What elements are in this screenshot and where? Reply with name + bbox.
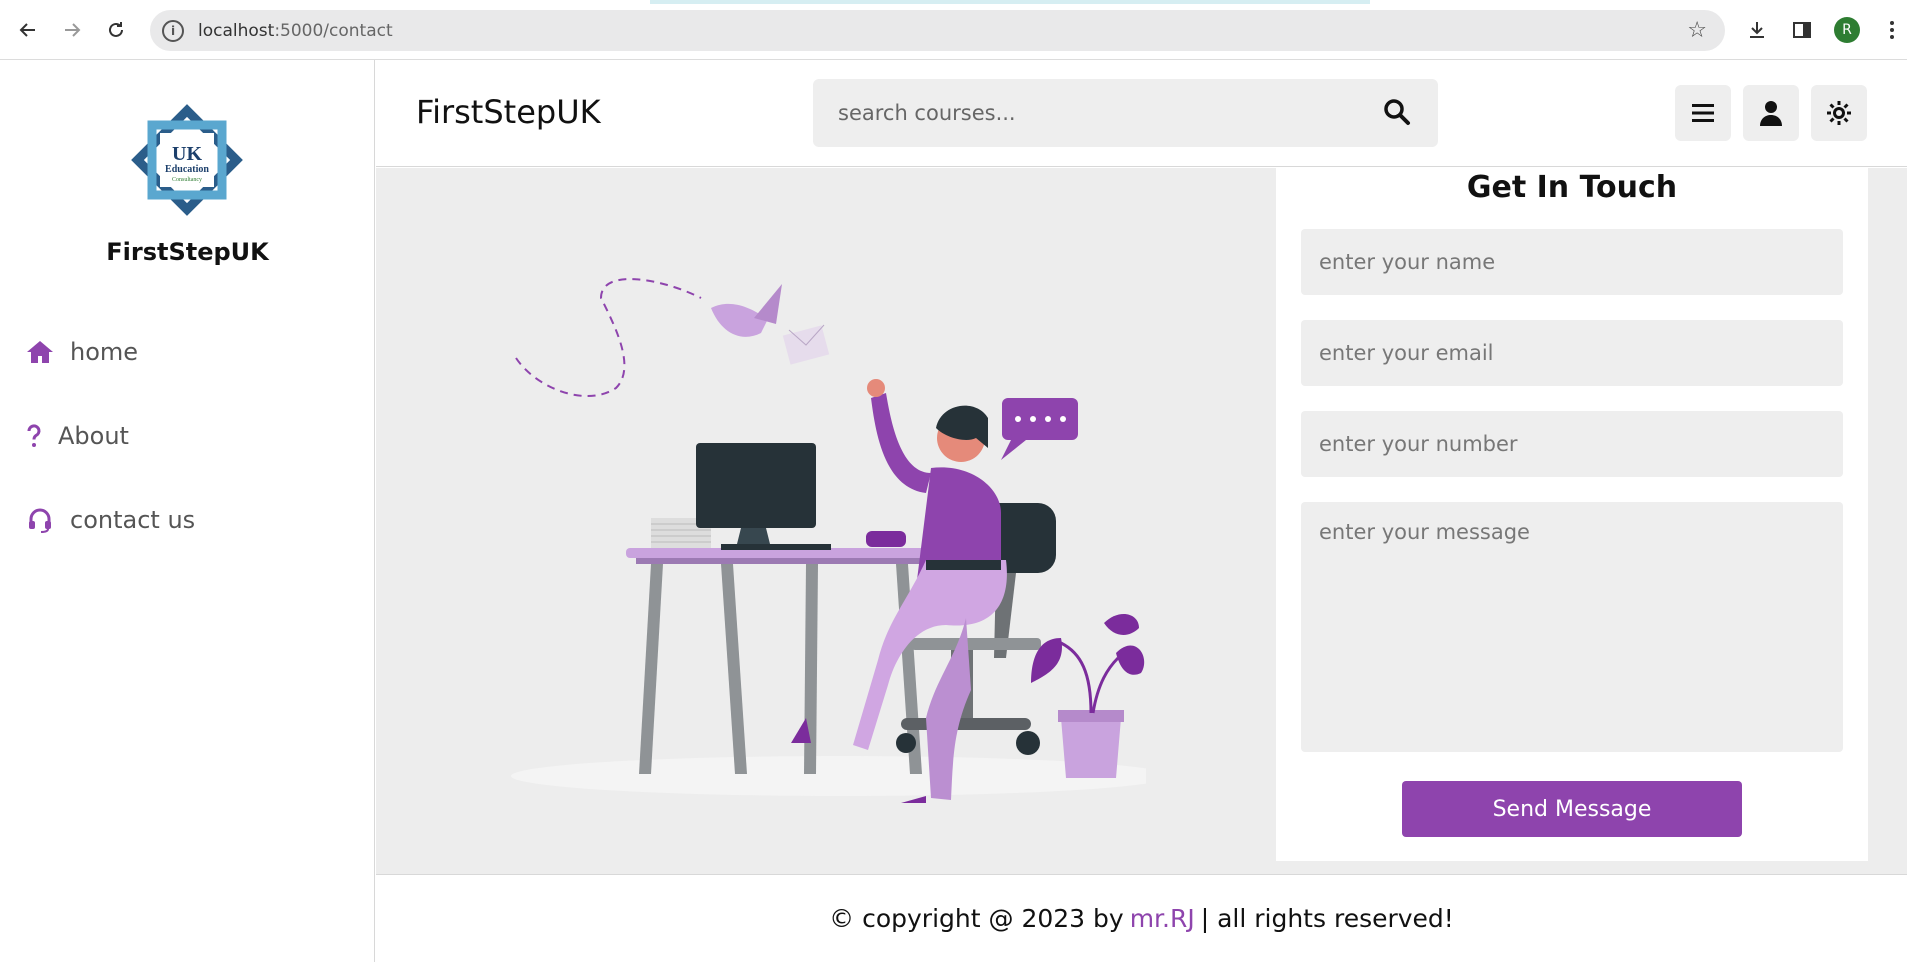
svg-text:UK: UK (172, 143, 202, 165)
profile-avatar[interactable]: R (1833, 16, 1861, 44)
top-header: FirstStepUK (376, 60, 1907, 167)
more-icon[interactable] (1878, 16, 1906, 44)
question-icon (24, 420, 44, 452)
footer-prefix: © copyright @ 2023 by (829, 904, 1124, 933)
side-panel-icon[interactable] (1788, 16, 1816, 44)
form-title: Get In Touch (1466, 170, 1678, 205)
footer: © copyright @ 2023 by mr.RJ | all rights… (376, 874, 1907, 962)
send-message-button[interactable]: Send Message (1402, 781, 1742, 837)
avatar-letter: R (1834, 17, 1860, 43)
footer-author-link[interactable]: mr.RJ (1130, 904, 1195, 933)
message-field[interactable] (1301, 502, 1843, 752)
url-path: :5000/contact (274, 20, 393, 41)
svg-text:Consultancy: Consultancy (172, 177, 202, 183)
info-icon[interactable]: i (162, 19, 184, 42)
footer-suffix: | all rights reserved! (1200, 904, 1454, 933)
sidebar-item-label: home (70, 338, 139, 366)
home-icon (24, 336, 56, 368)
name-field[interactable] (1301, 229, 1843, 295)
contact-section: Get In Touch Send Message (376, 168, 1907, 874)
search-icon[interactable] (1383, 98, 1413, 128)
menu-icon[interactable] (1675, 85, 1731, 141)
email-field[interactable] (1301, 320, 1843, 386)
url-text[interactable]: localhost:5000/contact (198, 21, 393, 41)
sidebar-item-contact[interactable]: contact us (24, 504, 195, 536)
brand-logo: UK Education Consultancy (127, 100, 247, 220)
address-bar[interactable]: i localhost:5000/contact ☆ (150, 10, 1725, 51)
sidebar-item-about[interactable]: About (24, 420, 129, 452)
page-title: FirstStepUK (416, 93, 601, 131)
sidebar-item-label: contact us (70, 506, 196, 534)
theme-toggle-icon[interactable] (1811, 85, 1867, 141)
browser-toolbar: i localhost:5000/contact ☆ R (0, 0, 1907, 60)
download-icon[interactable] (1743, 16, 1771, 44)
search-input[interactable] (838, 101, 1378, 125)
sidebar: UK Education Consultancy FirstStepUK hom… (0, 60, 375, 962)
sidebar-item-label: About (58, 422, 129, 450)
sidebar-item-home[interactable]: home (24, 336, 138, 368)
contact-form: Get In Touch Send Message (1276, 168, 1868, 861)
sidebar-brand-name: FirstStepUK (106, 238, 269, 266)
star-icon[interactable]: ☆ (1687, 18, 1707, 43)
reload-icon[interactable] (102, 16, 130, 44)
headset-icon (24, 504, 56, 536)
back-arrow-icon[interactable] (14, 16, 42, 44)
url-host: localhost (198, 20, 275, 41)
search-form (813, 79, 1438, 147)
number-field[interactable] (1301, 411, 1843, 477)
svg-text:Education: Education (165, 164, 209, 175)
forward-arrow-icon[interactable] (58, 16, 86, 44)
user-icon[interactable] (1743, 85, 1799, 141)
tab-strip (650, 0, 1370, 4)
contact-illustration (506, 248, 1171, 808)
